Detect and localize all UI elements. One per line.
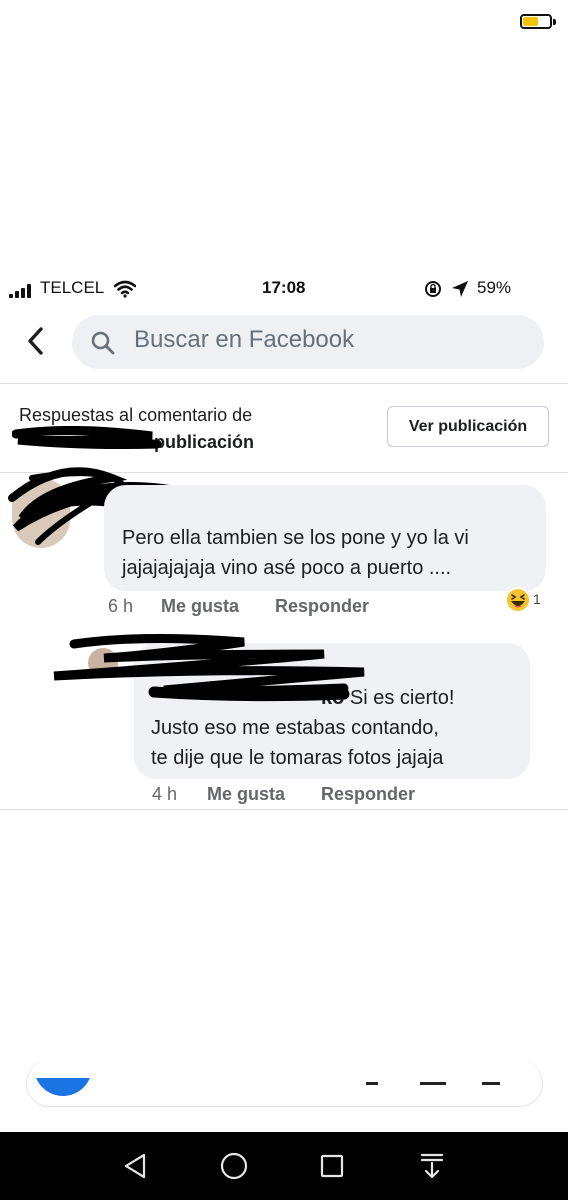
back-triangle-icon[interactable] <box>122 1152 148 1180</box>
composer-icon[interactable] <box>366 1082 378 1085</box>
avatar[interactable] <box>12 478 70 548</box>
comment-text-line: Pero ella tambien se los pone y yo la vi <box>122 527 469 549</box>
divider <box>0 472 568 473</box>
status-bar: TELCEL 17:08 59% <box>0 268 568 308</box>
commenter-name-visible[interactable]: ko <box>321 687 344 709</box>
comment-text: Pero ella tambien se los pone y yo la vi… <box>122 523 469 583</box>
replies-header-line2: publicación <box>154 432 255 452</box>
carrier-label: TELCEL <box>40 278 105 297</box>
wifi-icon <box>114 280 136 298</box>
comment-text-line: Si es cierto! <box>349 687 455 709</box>
back-arrow-icon[interactable] <box>22 325 50 357</box>
composer-avatar[interactable] <box>34 1078 92 1100</box>
comment-composer[interactable] <box>26 1060 543 1107</box>
home-circle-icon[interactable] <box>220 1152 248 1180</box>
haha-emoji-icon[interactable] <box>504 586 532 614</box>
battery-percent: 59% <box>477 278 512 297</box>
divider <box>0 383 568 384</box>
composer-icon[interactable] <box>420 1082 446 1085</box>
reply-button[interactable]: Responder <box>321 784 415 805</box>
rotation-lock-icon <box>425 281 441 297</box>
comment-text-line: Justo eso me estabas contando, <box>151 717 439 739</box>
battery-tip <box>553 19 556 25</box>
recents-square-icon[interactable] <box>320 1154 344 1178</box>
avatar[interactable] <box>88 648 118 678</box>
signal-icon <box>9 284 35 298</box>
view-post-button[interactable]: Ver publicación <box>387 406 549 447</box>
like-button[interactable]: Me gusta <box>161 596 239 617</box>
battery-icon <box>520 14 552 29</box>
comment-text-line: te dije que le tomaras fotos jajaja <box>151 747 444 769</box>
reaction-count: 1 <box>533 591 541 607</box>
clock: 17:08 <box>262 278 306 297</box>
comment-text: ko Si es cierto! Justo eso me estabas co… <box>151 683 454 773</box>
composer-icon[interactable] <box>482 1082 500 1085</box>
search-placeholder: Buscar en Facebook <box>134 326 355 353</box>
replies-header-line1: Respuestas al comentario de <box>19 405 253 425</box>
comment-time: 6 h <box>108 596 134 616</box>
location-arrow-icon <box>452 281 468 297</box>
replies-header: Respuestas al comentario de publicación <box>19 402 254 456</box>
search-icon <box>91 331 115 355</box>
comment-time: 4 h <box>152 784 178 804</box>
like-button[interactable]: Me gusta <box>207 784 285 805</box>
navigation-bar <box>0 1132 568 1200</box>
notifications-down-icon[interactable] <box>420 1152 444 1180</box>
divider <box>0 809 568 810</box>
comment-text-line: jajajajajaja vino asé poco a puerto .... <box>122 557 452 579</box>
reply-button[interactable]: Responder <box>275 596 369 617</box>
